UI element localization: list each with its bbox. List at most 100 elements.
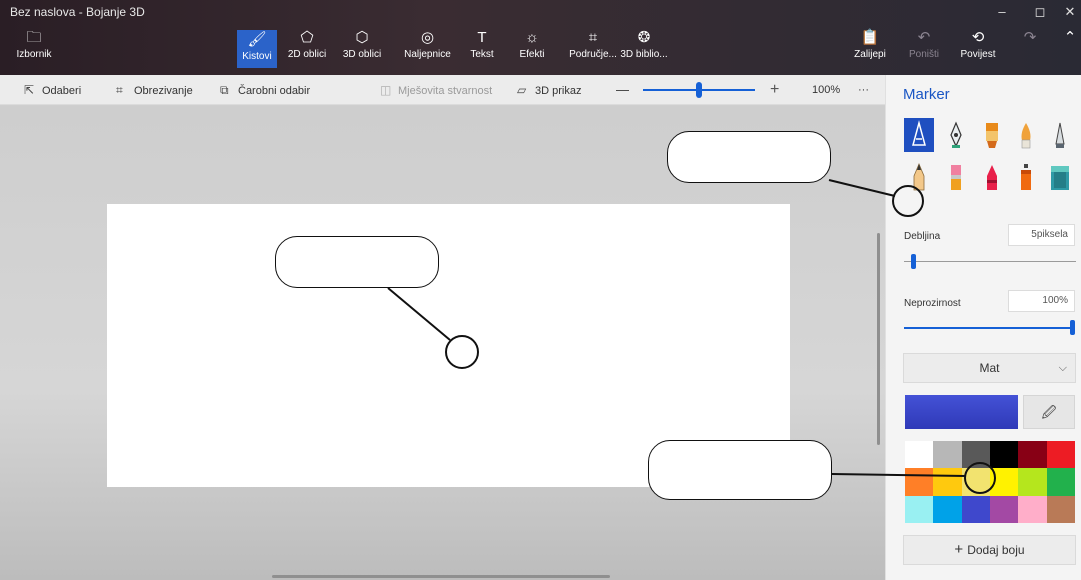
- collapse-icon: ⌃: [1063, 29, 1077, 46]
- crop-label: Obrezivanje: [134, 85, 193, 97]
- redo-icon: ↷: [1023, 29, 1037, 46]
- eyedropper-icon: 🖉: [1041, 404, 1057, 420]
- color-swatch[interactable]: [933, 495, 962, 523]
- add-color-label: Dodaj boju: [967, 543, 1025, 557]
- magic-select-icon: ⧉: [220, 83, 229, 97]
- zoom-in-button[interactable]: +: [770, 75, 779, 105]
- ribbon-stickers-tab[interactable]: ◎ Naljepnice: [400, 28, 455, 68]
- eyedropper-button[interactable]: 🖉: [1023, 395, 1075, 429]
- ribbon-label: 3D oblici: [342, 49, 382, 60]
- color-swatch[interactable]: [1046, 495, 1075, 523]
- callout-box-brushes: [667, 131, 831, 183]
- color-swatch[interactable]: [990, 441, 1019, 469]
- color-palette: [905, 441, 1075, 523]
- color-swatch[interactable]: [961, 441, 990, 469]
- undo-icon: ↶: [917, 29, 931, 46]
- ribbon-label: Izbornik: [16, 49, 52, 60]
- current-color-swatch[interactable]: [905, 395, 1018, 429]
- ribbon-label: 2D oblici: [287, 49, 327, 60]
- finish-dropdown[interactable]: Mat ⌵: [903, 353, 1076, 383]
- ribbon-canvas-tab[interactable]: ⌗ Područje...: [564, 28, 622, 68]
- ribbon-2d-shapes-tab[interactable]: ⬠ 2D oblici: [283, 28, 331, 68]
- ribbon-3d-library-tab[interactable]: ❂ 3D biblio...: [619, 28, 669, 68]
- effects-icon: ☼: [525, 29, 539, 46]
- callout-box-palette: [648, 440, 832, 500]
- select-tool[interactable]: ⇱ Odaberi: [24, 75, 81, 105]
- sticker-icon: ◎: [420, 29, 435, 46]
- ribbon-3d-shapes-tab[interactable]: ⬡ 3D oblici: [337, 28, 387, 68]
- pointer-icon: ⇱: [24, 83, 35, 97]
- crop-tool[interactable]: ⌗ Obrezivanje: [116, 75, 193, 105]
- brush-pixel-pen-icon[interactable]: [1045, 118, 1075, 152]
- color-swatch[interactable]: [1046, 468, 1075, 496]
- color-swatch[interactable]: [905, 495, 934, 523]
- ribbon-history-button[interactable]: ⟲ Povijest: [956, 28, 1000, 68]
- color-swatch[interactable]: [990, 495, 1019, 523]
- ribbon-paste-button[interactable]: 📋 Zalijepi: [850, 28, 890, 68]
- color-swatch[interactable]: [1046, 441, 1075, 469]
- callout-box-canvas: [275, 236, 439, 288]
- add-color-button[interactable]: + Dodaj boju: [903, 535, 1076, 565]
- color-swatch[interactable]: [1018, 441, 1047, 469]
- ribbon-label: Tekst: [470, 49, 494, 60]
- maximize-button[interactable]: ◻: [1030, 4, 1050, 20]
- magic-select-tool[interactable]: ⧉ Čarobni odabir: [220, 75, 310, 105]
- brush-eraser-icon[interactable]: [941, 160, 971, 194]
- opacity-slider-fill[interactable]: [904, 327, 1074, 329]
- history-icon: ⟲: [971, 29, 985, 46]
- close-button[interactable]: ✕: [1060, 4, 1080, 20]
- mixed-reality-icon: ◫: [380, 83, 392, 97]
- brush-calligraphy-pen-icon[interactable]: [941, 118, 971, 152]
- color-swatch[interactable]: [905, 441, 934, 469]
- brush-marker-icon[interactable]: [904, 118, 934, 152]
- horizontal-scrollbar[interactable]: [272, 575, 610, 578]
- opacity-input[interactable]: 100%: [1008, 290, 1075, 312]
- ribbon-effects-tab[interactable]: ☼ Efekti: [514, 28, 550, 68]
- opacity-label: Neprozirnost: [904, 298, 961, 309]
- thickness-input[interactable]: 5piksela: [1008, 224, 1075, 246]
- color-swatch[interactable]: [933, 441, 962, 469]
- mixed-reality-label: Mješovita stvarnost: [398, 85, 493, 97]
- ribbon-label: Zalijepi: [854, 49, 886, 60]
- color-swatch[interactable]: [990, 468, 1019, 496]
- brush-crayon-icon[interactable]: [977, 160, 1007, 194]
- opacity-slider-thumb[interactable]: [1070, 320, 1075, 335]
- ribbon-text-tab[interactable]: T Tekst: [464, 28, 500, 68]
- more-options-button[interactable]: ···: [858, 75, 869, 105]
- thickness-slider-track[interactable]: [904, 261, 1076, 262]
- brush-fill-bucket-icon[interactable]: [1045, 160, 1075, 194]
- ribbon-menu-button[interactable]: 🗀 Izbornik: [14, 28, 54, 68]
- ribbon-label: Povijest: [960, 49, 996, 60]
- mixed-reality-tool[interactable]: ◫ Mješovita stvarnost: [380, 75, 492, 105]
- ribbon-redo-button[interactable]: ↷: [1020, 28, 1040, 68]
- brush-oil-icon[interactable]: [977, 118, 1007, 152]
- brush-icon: 🖌: [247, 31, 267, 48]
- thickness-slider-thumb[interactable]: [910, 254, 916, 269]
- color-swatch[interactable]: [1018, 495, 1047, 523]
- brush-pencil-icon[interactable]: [904, 160, 934, 194]
- vertical-scrollbar[interactable]: [877, 233, 880, 445]
- color-swatch[interactable]: [961, 495, 990, 523]
- view-3d-icon: ▱: [517, 83, 527, 97]
- zoom-slider-thumb[interactable]: [696, 82, 702, 98]
- shapes-2d-icon: ⬠: [300, 29, 314, 46]
- ribbon-label: 3D biblio...: [620, 49, 668, 60]
- ribbon-collapse-button[interactable]: ⌃: [1062, 28, 1078, 68]
- ribbon-undo-button[interactable]: ↶ Poništi: [904, 28, 944, 68]
- ribbon-label: Poništi: [908, 49, 939, 60]
- ribbon-brushes-tab[interactable]: 🖌 Kistovi: [237, 30, 277, 68]
- color-swatch[interactable]: [905, 468, 934, 496]
- chevron-down-icon: ⌵: [1058, 362, 1067, 374]
- panel-title: Marker: [903, 86, 950, 103]
- brush-spray-can-icon[interactable]: [1011, 160, 1041, 194]
- ribbon-label: Kistovi: [242, 51, 272, 62]
- window-title: Bez naslova - Bojanje 3D: [10, 5, 145, 19]
- brush-watercolor-icon[interactable]: [1011, 118, 1041, 152]
- color-swatch[interactable]: [933, 468, 962, 496]
- view-3d-toggle[interactable]: ▱ 3D prikaz: [517, 75, 581, 105]
- color-swatch[interactable]: [1018, 468, 1047, 496]
- color-swatch[interactable]: [961, 468, 990, 496]
- magic-select-label: Čarobni odabir: [238, 85, 311, 97]
- zoom-out-button[interactable]: —: [616, 75, 629, 105]
- minimize-button[interactable]: –: [992, 4, 1012, 19]
